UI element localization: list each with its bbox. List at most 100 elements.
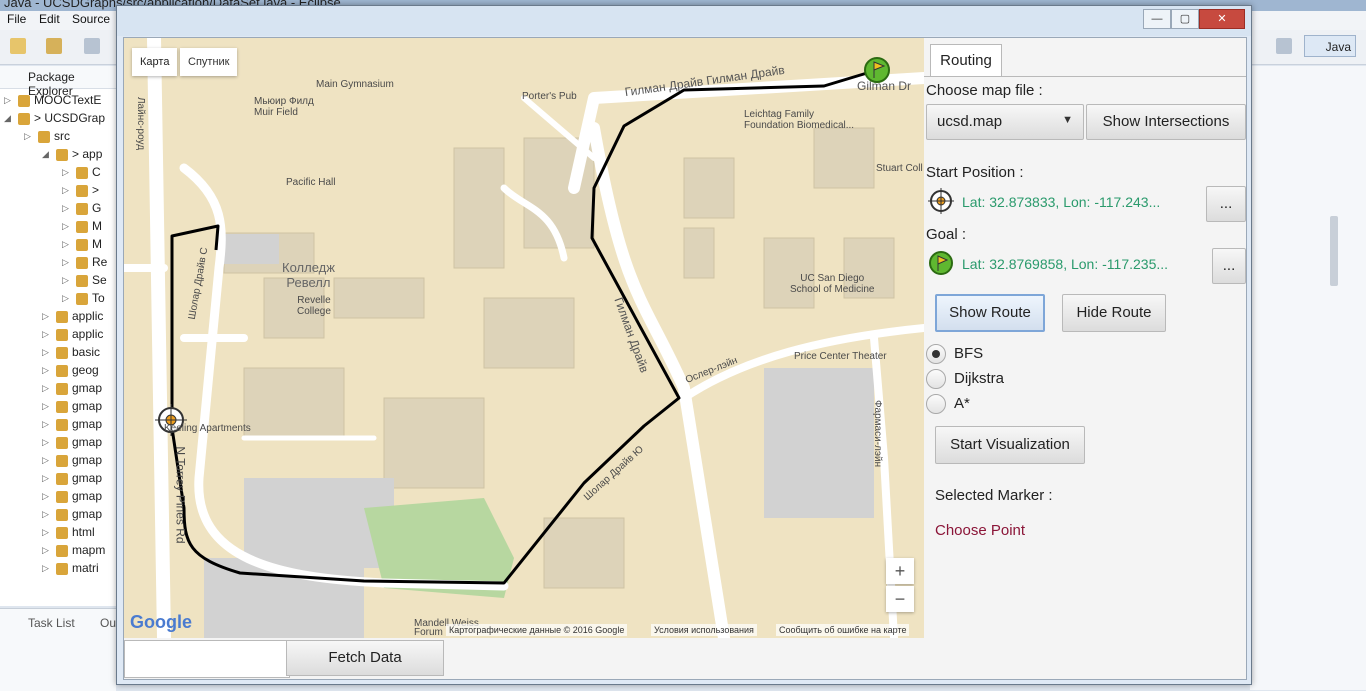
eclipse-right-pane (1250, 66, 1366, 690)
expand-toggle-icon[interactable]: ▷ (62, 185, 69, 196)
chevron-down-icon: ▼ (1062, 114, 1073, 126)
radio-dijkstra-label: Dijkstra (954, 370, 1005, 387)
map-view[interactable]: Карта Спутник Main Gymnasium Porter's Pu… (124, 38, 924, 638)
package-tree-label: src (54, 129, 70, 143)
zoom-out-button[interactable]: − (886, 586, 914, 612)
package-icon (76, 221, 88, 233)
package-tree-label: geog (72, 363, 99, 377)
menu-file[interactable]: File (7, 12, 26, 26)
radio-dijkstra[interactable] (926, 369, 946, 389)
expand-toggle-icon[interactable]: ▷ (42, 527, 49, 538)
fetch-input[interactable] (124, 640, 290, 678)
package-icon (56, 329, 68, 341)
map-file-value: ucsd.map (937, 113, 1003, 130)
label-revelle-ru: Колледж Ревелл (282, 260, 335, 290)
package-tree-label: mapm (72, 543, 106, 557)
start-position-label: Start Position : (926, 164, 1024, 181)
expand-toggle-icon[interactable]: ▷ (62, 293, 69, 304)
package-tree-label: gmap (72, 381, 103, 395)
app-content: Карта Спутник Main Gymnasium Porter's Pu… (123, 37, 1247, 680)
maximize-button[interactable]: ▢ (1171, 9, 1199, 29)
label-price-center: Price Center Theater (794, 351, 887, 362)
new-package-icon[interactable] (46, 38, 62, 54)
package-icon (56, 455, 68, 467)
package-tree-label: Re (92, 255, 108, 269)
package-icon (56, 383, 68, 395)
show-intersections-button[interactable]: Show Intersections (1086, 104, 1246, 140)
expand-toggle-icon[interactable]: ▷ (42, 545, 49, 556)
open-perspective-icon[interactable] (1276, 38, 1292, 54)
package-tree-label: gmap (72, 489, 103, 503)
map-type-map[interactable]: Карта (132, 48, 178, 76)
report-error-link[interactable]: Сообщить об ошибке на карте (776, 624, 910, 636)
package-explorer-header: Package Explorer (0, 66, 116, 98)
expand-toggle-icon[interactable]: ▷ (42, 509, 49, 520)
package-icon (56, 401, 68, 413)
expand-toggle-icon[interactable]: ▷ (42, 491, 49, 502)
expand-toggle-icon[interactable]: ▷ (42, 365, 49, 376)
expand-toggle-icon[interactable]: ▷ (62, 167, 69, 178)
expand-toggle-icon[interactable]: ▷ (42, 473, 49, 484)
map-type-satellite[interactable]: Спутник (180, 48, 238, 76)
java-perspective-button[interactable]: Java (1304, 35, 1356, 57)
tab-routing[interactable]: Routing (930, 44, 1002, 77)
minimize-button[interactable]: — (1143, 9, 1171, 29)
hide-route-button[interactable]: Hide Route (1062, 294, 1166, 332)
expand-toggle-icon[interactable]: ▷ (42, 383, 49, 394)
expand-toggle-icon[interactable]: ▷ (62, 203, 69, 214)
terms-link[interactable]: Условия использования (651, 624, 757, 636)
radio-astar[interactable] (926, 394, 946, 414)
label-pacific-hall: Pacific Hall (286, 177, 336, 188)
outline-tab[interactable]: Ou (100, 616, 116, 630)
right-pane-scrollbar[interactable] (1330, 216, 1338, 286)
expand-toggle-icon[interactable]: ▷ (24, 131, 31, 142)
expand-toggle-icon[interactable]: ▷ (42, 347, 49, 358)
expand-toggle-icon[interactable]: ▷ (42, 437, 49, 448)
start-visualization-button[interactable]: Start Visualization (935, 426, 1085, 464)
package-icon (76, 185, 88, 197)
expand-toggle-icon[interactable]: ▷ (4, 95, 11, 106)
expand-toggle-icon[interactable]: ▷ (42, 401, 49, 412)
expand-toggle-icon[interactable]: ◢ (4, 113, 11, 124)
expand-toggle-icon[interactable]: ▷ (42, 455, 49, 466)
label-road-left: Лайнс-роуд (135, 96, 147, 151)
expand-toggle-icon[interactable]: ▷ (42, 563, 49, 574)
expand-toggle-icon[interactable]: ▷ (62, 257, 69, 268)
package-tree-label: applic (72, 309, 104, 323)
label-porters-pub: Porter's Pub (522, 91, 577, 102)
package-tree-label: M (92, 219, 102, 233)
selected-marker-label: Selected Marker : (935, 487, 1053, 504)
package-icon (18, 113, 30, 125)
show-route-button[interactable]: Show Route (935, 294, 1045, 332)
fetch-data-button[interactable]: Fetch Data (286, 640, 444, 676)
menu-source[interactable]: Source (72, 12, 110, 26)
package-tree-label: gmap (72, 399, 103, 413)
zoom-in-button[interactable]: + (886, 558, 914, 584)
expand-toggle-icon[interactable]: ▷ (42, 329, 49, 340)
radio-bfs[interactable] (926, 344, 946, 364)
goal-browse-button[interactable]: ... (1212, 248, 1246, 284)
package-icon (56, 311, 68, 323)
expand-toggle-icon[interactable]: ▷ (42, 311, 49, 322)
package-tree-label: gmap (72, 507, 103, 521)
label-muir-field: Мьюир Филд Muir Field (254, 96, 314, 118)
expand-toggle-icon[interactable]: ▷ (62, 275, 69, 286)
expand-toggle-icon[interactable]: ▷ (62, 239, 69, 250)
map-file-select[interactable]: ucsd.map ▼ (926, 104, 1084, 140)
start-browse-button[interactable]: ... (1206, 186, 1246, 222)
package-explorer: Package Explorer ▷ MOOCTextE ◢ > UCSDGrap ▷ s… (0, 66, 117, 606)
close-button[interactable]: ✕ (1199, 9, 1245, 29)
expand-toggle-icon[interactable]: ▷ (62, 221, 69, 232)
expand-toggle-icon[interactable]: ▷ (42, 419, 49, 430)
menu-edit[interactable]: Edit (39, 12, 60, 26)
app-window: — ▢ ✕ Карта Спутник Main Gymnasium Porte… (116, 5, 1252, 685)
goal-label: Goal : (926, 226, 967, 243)
task-list-tab[interactable]: Task List (28, 616, 75, 630)
package-tree-label: M (92, 237, 102, 251)
expand-toggle-icon[interactable]: ◢ (42, 149, 49, 160)
new-icon[interactable] (10, 38, 26, 54)
save-icon[interactable] (84, 38, 100, 54)
package-icon (76, 293, 88, 305)
radio-selected-dot (932, 350, 940, 358)
choose-map-label: Choose map file : (926, 82, 1043, 99)
